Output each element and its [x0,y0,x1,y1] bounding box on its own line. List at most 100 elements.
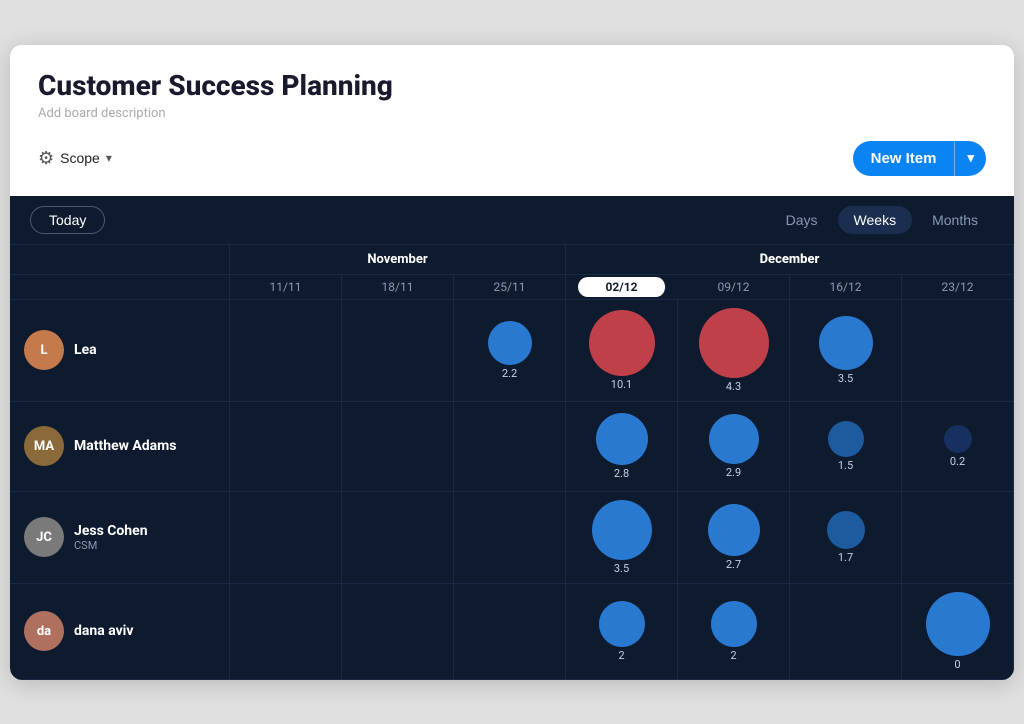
bubble-value: 2 [730,649,736,662]
bubble [592,500,652,560]
bubble-value: 1.5 [838,459,853,472]
today-button[interactable]: Today [30,206,105,234]
gantt-topbar: Today Days Weeks Months [10,196,1014,245]
bubble-value: 2.9 [726,466,741,479]
person-role: CSM [74,539,148,552]
bubble-value: 0.2 [950,455,965,468]
bubble-wrap: 2 [711,601,757,662]
bubble-cell-r2-c0 [230,492,342,583]
bubble-cell-r3-c4: 2 [678,584,790,679]
person-name: Lea [74,342,97,358]
bubble-cell-r0-c2: 2.2 [454,300,566,401]
bubble-cell-r2-c6 [902,492,1014,583]
person-cell-0: L Lea [10,300,230,401]
bubble-cell-r1-c1 [342,402,454,491]
data-rows-container: L Lea 2.2 10.1 4.3 3.5 MA Matthew Adams 2.8 2.9 1.… [10,300,1014,680]
view-weeks-button[interactable]: Weeks [838,206,913,234]
bubble-wrap: 10.1 [589,310,655,391]
table-row: L Lea 2.2 10.1 4.3 3.5 [10,300,1014,402]
bubble-cell-r2-c4: 2.7 [678,492,790,583]
bubble-value: 3.5 [614,562,629,575]
month-december: December [566,245,1014,274]
table-row: JCJess CohenCSM 3.5 2.7 1.7 [10,492,1014,584]
view-toggles: Days Weeks Months [770,206,994,234]
week-0912: 09/12 [678,275,790,299]
bubble-cell-r0-c4: 4.3 [678,300,790,401]
bubble-wrap: 2.7 [708,504,760,571]
week-1111: 11/11 [230,275,342,299]
bubble-wrap: 2.2 [488,321,532,380]
avatar: L [24,330,64,370]
bubble-wrap: 3.5 [819,316,873,385]
bubble [926,592,990,656]
person-cell-1: MA Matthew Adams [10,402,230,491]
bubble-wrap: 0 [926,592,990,671]
week-0212-today: 02/12 [578,277,666,297]
bubble-cell-r2-c2 [454,492,566,583]
bubble-wrap: 2.8 [596,413,648,480]
scope-icon: ⚙ [38,148,54,169]
person-cell-2: JCJess CohenCSM [10,492,230,583]
person-name: Matthew Adams [74,438,176,454]
new-item-label: New Item [853,141,955,176]
bubble-cell-r1-c3: 2.8 [566,402,678,491]
bubble-cell-r3-c5 [790,584,902,679]
bubble-cell-r3-c1 [342,584,454,679]
bubble-cell-r0-c0 [230,300,342,401]
person-info: Lea [74,342,97,358]
bubble [488,321,532,365]
week-header-row: 11/11 18/11 25/11 02/12 09/12 16/12 23/1… [10,275,1014,300]
month-header-row: November December [10,245,1014,275]
bubble-cell-r1-c6: 0.2 [902,402,1014,491]
bubble [699,308,769,378]
view-days-button[interactable]: Days [770,206,834,234]
app-container: Customer Success Planning Add board desc… [10,45,1014,680]
bubble [819,316,873,370]
bubble-value: 0 [954,658,960,671]
person-info: Matthew Adams [74,438,176,454]
header: Customer Success Planning Add board desc… [10,45,1014,196]
chevron-down-icon: ▾ [106,151,112,165]
bubble-wrap: 1.7 [827,511,865,564]
view-months-button[interactable]: Months [916,206,994,234]
week-1811: 18/11 [342,275,454,299]
bubble [944,425,972,453]
bubble-value: 3.5 [838,372,853,385]
bubble-value: 4.3 [726,380,741,393]
bubble-wrap: 0.2 [944,425,972,468]
new-item-button[interactable]: New Item ▾ [853,141,986,176]
bubble-cell-r2-c3: 3.5 [566,492,678,583]
bubble-cell-r2-c5: 1.7 [790,492,902,583]
person-name: dana aviv [74,623,133,639]
bubble-wrap: 3.5 [592,500,652,575]
bubble-cell-r0-c3: 10.1 [566,300,678,401]
bubble-wrap: 4.3 [699,308,769,393]
bubble-cell-r3-c3: 2 [566,584,678,679]
avatar: MA [24,426,64,466]
table-row: dadana aviv 2 2 0 [10,584,1014,680]
bubble-value: 2 [618,649,624,662]
week-2312: 23/12 [902,275,1014,299]
person-info: Jess CohenCSM [74,523,148,552]
bubble [711,601,757,647]
page-title: Customer Success Planning [38,69,986,102]
bubble [827,511,865,549]
bubble-cell-r1-c4: 2.9 [678,402,790,491]
bubble [708,504,760,556]
person-cell-3: dadana aviv [10,584,230,679]
person-info: dana aviv [74,623,133,639]
bubble-value: 10.1 [611,378,632,391]
bubble [599,601,645,647]
bubble-cell-r2-c1 [342,492,454,583]
page-subtitle: Add board description [38,106,986,121]
bubble-cell-r1-c2 [454,402,566,491]
table-row: MA Matthew Adams 2.8 2.9 1.5 0.2 [10,402,1014,492]
bubble [589,310,655,376]
bubble-cell-r1-c0 [230,402,342,491]
bubble-cell-r1-c5: 1.5 [790,402,902,491]
toolbar: ⚙ Scope ▾ New Item ▾ [38,135,986,184]
bubble-cell-r3-c0 [230,584,342,679]
month-november: November [230,245,566,274]
bubble-cell-r0-c5: 3.5 [790,300,902,401]
scope-button[interactable]: ⚙ Scope ▾ [38,148,112,169]
